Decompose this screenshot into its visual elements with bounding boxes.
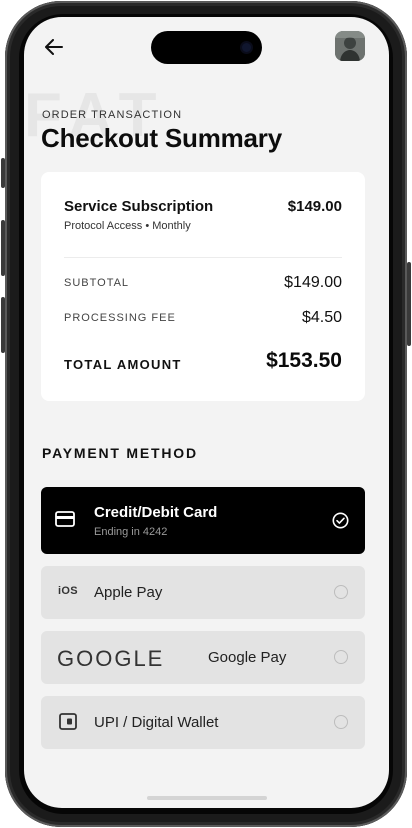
ios-mark: iOS [58,585,78,597]
item-name: Service Subscription [64,198,214,215]
payment-option-label: Apple Pay [94,584,163,601]
subtotal-value: $149.00 [284,274,342,291]
avatar[interactable] [335,31,365,61]
ios-icon: iOS [58,585,78,597]
payment-option-label: Google Pay [208,649,287,666]
user-photo-icon [335,31,365,61]
payment-option-label: UPI / Digital Wallet [94,714,219,731]
radio-button[interactable] [334,715,348,729]
total-label: TOTAL AMOUNT [64,357,182,372]
payment-option-apple-pay[interactable]: iOS Apple Pay [41,566,365,619]
payment-option-upi-wallet[interactable]: UPI / Digital Wallet [41,696,365,749]
home-indicator [147,796,267,800]
divider [64,257,342,258]
app-screen: FAT ORDER TRANSACTION Checkout Summary S… [24,17,389,808]
dynamic-island [151,31,262,64]
back-button[interactable] [42,35,66,59]
page-eyebrow: ORDER TRANSACTION [42,109,183,121]
side-button [1,297,5,353]
radio-button[interactable] [334,650,348,664]
arrow-left-icon [45,39,63,55]
side-button [1,158,5,188]
order-summary-card: Service Subscription Protocol Access • M… [41,172,365,401]
item-description: Protocol Access • Monthly [64,220,191,232]
payment-option-label: Credit/Debit Card [94,504,218,521]
payment-option-sub: Ending in 4242 [94,526,168,538]
google-logo: GOOGLE [57,646,164,672]
check-circle-icon[interactable] [332,512,349,529]
payment-option-google-pay[interactable]: GOOGLE Google Pay [41,631,365,684]
wallet-icon [59,713,77,730]
processing-fee-label: PROCESSING FEE [64,312,176,324]
page-title: Checkout Summary [41,123,282,153]
camera-icon [242,43,251,52]
side-button [407,262,411,346]
item-price: $149.00 [287,198,342,215]
total-value: $153.50 [266,349,342,372]
radio-button[interactable] [334,585,348,599]
payment-option-card[interactable]: Credit/Debit Card Ending in 4242 [41,487,365,554]
processing-fee-value: $4.50 [301,309,342,326]
credit-card-icon [55,511,75,527]
payment-section-title: PAYMENT METHOD [42,445,198,461]
subtotal-label: SUBTOTAL [64,277,130,289]
google-wordmark: GOOGLE [57,646,165,671]
side-button [1,220,5,276]
